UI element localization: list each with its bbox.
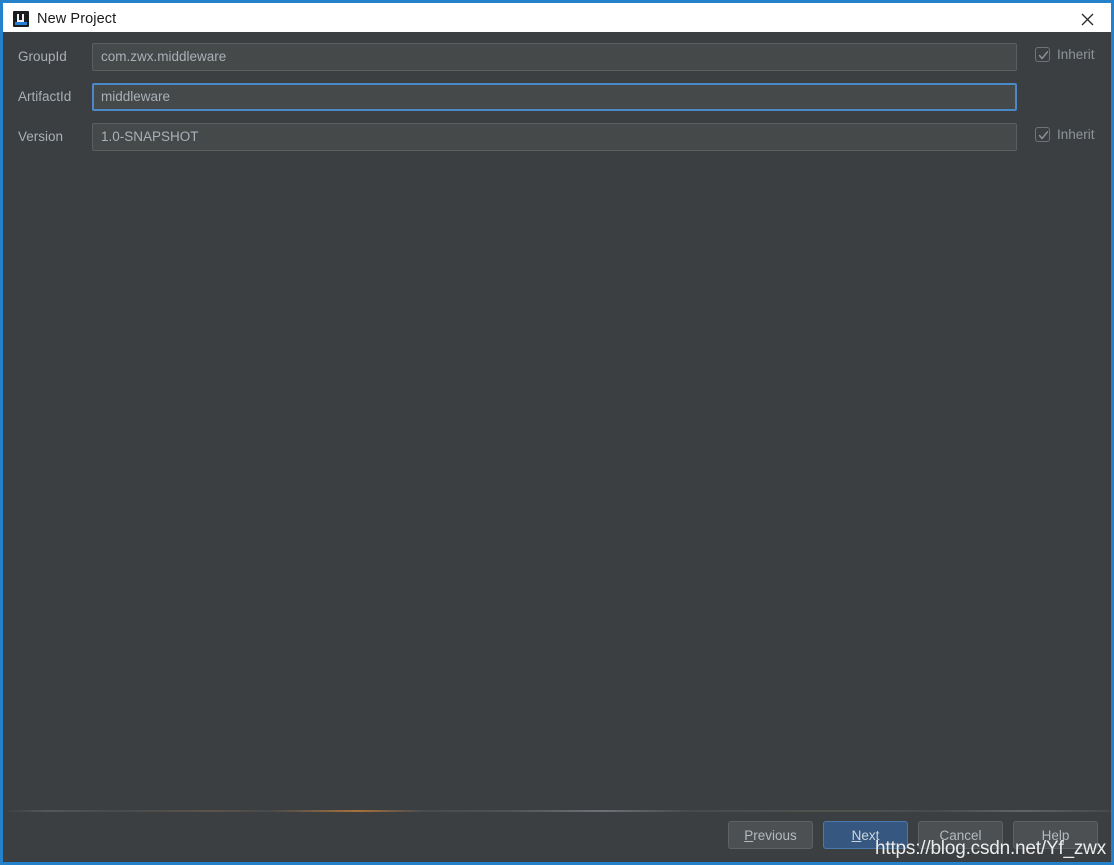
intellij-idea-icon (13, 11, 29, 27)
version-inherit-checkbox[interactable]: Inherit (1035, 127, 1095, 142)
check-icon (1038, 131, 1049, 140)
cancel-button[interactable]: Cancel (918, 821, 1003, 849)
previous-label: revious (753, 827, 797, 843)
checkbox-box (1035, 127, 1050, 142)
render-artifact-band (3, 810, 1111, 812)
groupid-input[interactable]: com.zwx.middleware (92, 43, 1017, 71)
form-row-version: Version 1.0-SNAPSHOT Inherit (3, 123, 1111, 151)
title-bar: New Project (0, 0, 1114, 35)
groupid-inherit-label: Inherit (1057, 47, 1095, 62)
version-input[interactable]: 1.0-SNAPSHOT (92, 123, 1017, 151)
dialog-button-bar: Previous Next Cancel Help (728, 821, 1098, 849)
close-icon (1081, 13, 1093, 25)
previous-button[interactable]: Previous (728, 821, 813, 849)
version-label: Version (18, 129, 64, 144)
next-label: ext (861, 827, 880, 843)
version-inherit-label: Inherit (1057, 127, 1095, 142)
new-project-dialog: New Project GroupId com.zwx.middleware I… (0, 0, 1114, 865)
help-label: Help (1041, 827, 1070, 843)
previous-mnemonic: P (744, 827, 754, 843)
artifactid-label: ArtifactId (18, 89, 72, 104)
close-button[interactable] (1064, 3, 1110, 35)
next-button[interactable]: Next (823, 821, 908, 849)
maven-coordinates-form: GroupId com.zwx.middleware Inherit Artif… (3, 43, 1111, 163)
form-row-groupid: GroupId com.zwx.middleware Inherit (3, 43, 1111, 71)
artifactid-input[interactable]: middleware (92, 83, 1017, 111)
check-icon (1038, 51, 1049, 60)
window-title: New Project (37, 11, 117, 27)
form-row-artifactid: ArtifactId middleware (3, 83, 1111, 111)
cancel-label: Cancel (939, 827, 982, 843)
help-button[interactable]: Help (1013, 821, 1098, 849)
checkbox-box (1035, 47, 1050, 62)
groupid-label: GroupId (18, 49, 67, 64)
next-mnemonic: N (851, 827, 862, 843)
groupid-inherit-checkbox[interactable]: Inherit (1035, 47, 1095, 62)
dialog-content: GroupId com.zwx.middleware Inherit Artif… (3, 32, 1111, 862)
